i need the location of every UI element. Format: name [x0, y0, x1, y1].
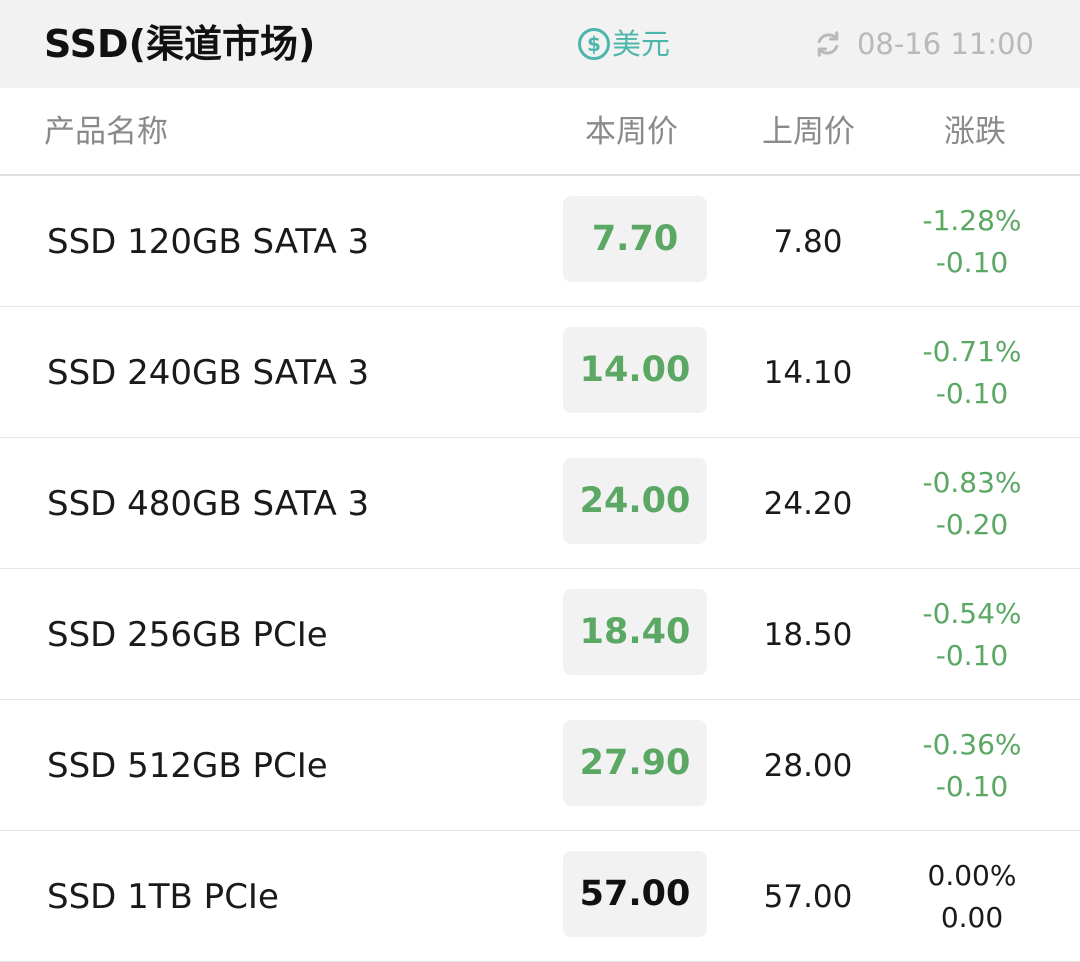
table-row[interactable]: SSD 1TB PCIe 57.00 57.00 0.00% 0.00 — [0, 831, 1080, 962]
change-percent: -0.71% — [922, 335, 1022, 368]
table-row[interactable]: SSD 256GB PCIe 18.40 18.50 -0.54% -0.10 — [0, 569, 1080, 700]
change-amount: -0.20 — [935, 508, 1009, 541]
change-percent: 0.00% — [927, 859, 1017, 892]
currency-switch[interactable]: $ 美元 — [578, 24, 670, 64]
price-change: -0.54% -0.10 — [906, 593, 1038, 677]
price-table: SSD 120GB SATA 3 7.70 7.80 -1.28% -0.10 … — [0, 176, 1080, 962]
last-week-price: 7.80 — [773, 224, 843, 260]
currency-label: 美元 — [612, 27, 671, 61]
last-week-price: 18.50 — [763, 617, 853, 653]
product-name: SSD 512GB PCIe — [47, 746, 328, 786]
update-time-text: 08-16 11:00 — [856, 27, 1034, 61]
last-week-price: 14.10 — [763, 355, 853, 391]
product-name: SSD 120GB SATA 3 — [47, 222, 370, 262]
price-change: 0.00% 0.00 — [906, 855, 1038, 939]
last-week-price: 24.20 — [763, 486, 853, 522]
this-week-price: 57.00 — [579, 874, 691, 914]
column-header-last-week[interactable]: 上周价 — [762, 112, 855, 152]
table-header: 产品名称 本周价 上周价 涨跌 — [0, 88, 1080, 176]
change-amount: -0.10 — [935, 639, 1009, 672]
this-week-price: 14.00 — [579, 350, 691, 390]
price-change: -0.36% -0.10 — [906, 724, 1038, 808]
table-row[interactable]: SSD 120GB SATA 3 7.70 7.80 -1.28% -0.10 — [0, 176, 1080, 307]
table-row[interactable]: SSD 240GB SATA 3 14.00 14.10 -0.71% -0.1… — [0, 307, 1080, 438]
product-name: SSD 480GB SATA 3 — [47, 484, 370, 524]
price-change: -0.71% -0.10 — [906, 331, 1038, 415]
page-title: SSD(渠道市场) — [44, 22, 316, 66]
change-amount: -0.10 — [935, 770, 1009, 803]
change-percent: -0.83% — [922, 466, 1022, 499]
column-header-change[interactable]: 涨跌 — [944, 112, 1006, 152]
product-name: SSD 1TB PCIe — [47, 877, 279, 917]
last-week-price: 57.00 — [763, 879, 853, 915]
this-week-price-box: 24.00 — [563, 458, 707, 544]
table-row[interactable]: SSD 512GB PCIe 27.90 28.00 -0.36% -0.10 — [0, 700, 1080, 831]
price-change: -1.28% -0.10 — [906, 200, 1038, 284]
change-amount: -0.10 — [935, 377, 1009, 410]
change-percent: -1.28% — [922, 204, 1022, 237]
last-week-price: 28.00 — [763, 748, 853, 784]
this-week-price-box: 27.90 — [563, 720, 707, 806]
this-week-price: 18.40 — [579, 612, 691, 652]
change-percent: -0.36% — [922, 728, 1022, 761]
product-name: SSD 256GB PCIe — [47, 615, 328, 655]
dollar-circle-icon: $ — [578, 28, 610, 60]
this-week-price: 24.00 — [579, 481, 691, 521]
this-week-price-box: 7.70 — [563, 196, 707, 282]
table-row[interactable]: SSD 480GB SATA 3 24.00 24.20 -0.83% -0.2… — [0, 438, 1080, 569]
this-week-price-box: 18.40 — [563, 589, 707, 675]
column-header-this-week[interactable]: 本周价 — [585, 112, 678, 152]
change-amount: 0.00 — [940, 901, 1004, 934]
this-week-price: 7.70 — [591, 219, 679, 259]
column-header-name: 产品名称 — [44, 114, 168, 150]
this-week-price-box: 14.00 — [563, 327, 707, 413]
this-week-price-box: 57.00 — [563, 851, 707, 937]
price-change: -0.83% -0.20 — [906, 462, 1038, 546]
update-time: 08-16 11:00 — [813, 24, 1034, 64]
change-percent: -0.54% — [922, 597, 1022, 630]
this-week-price: 27.90 — [579, 743, 691, 783]
change-amount: -0.10 — [935, 246, 1009, 279]
product-name: SSD 240GB SATA 3 — [47, 353, 370, 393]
header-bar: SSD(渠道市场) $ 美元 08-16 11:00 — [0, 0, 1080, 88]
refresh-icon[interactable] — [813, 29, 843, 59]
